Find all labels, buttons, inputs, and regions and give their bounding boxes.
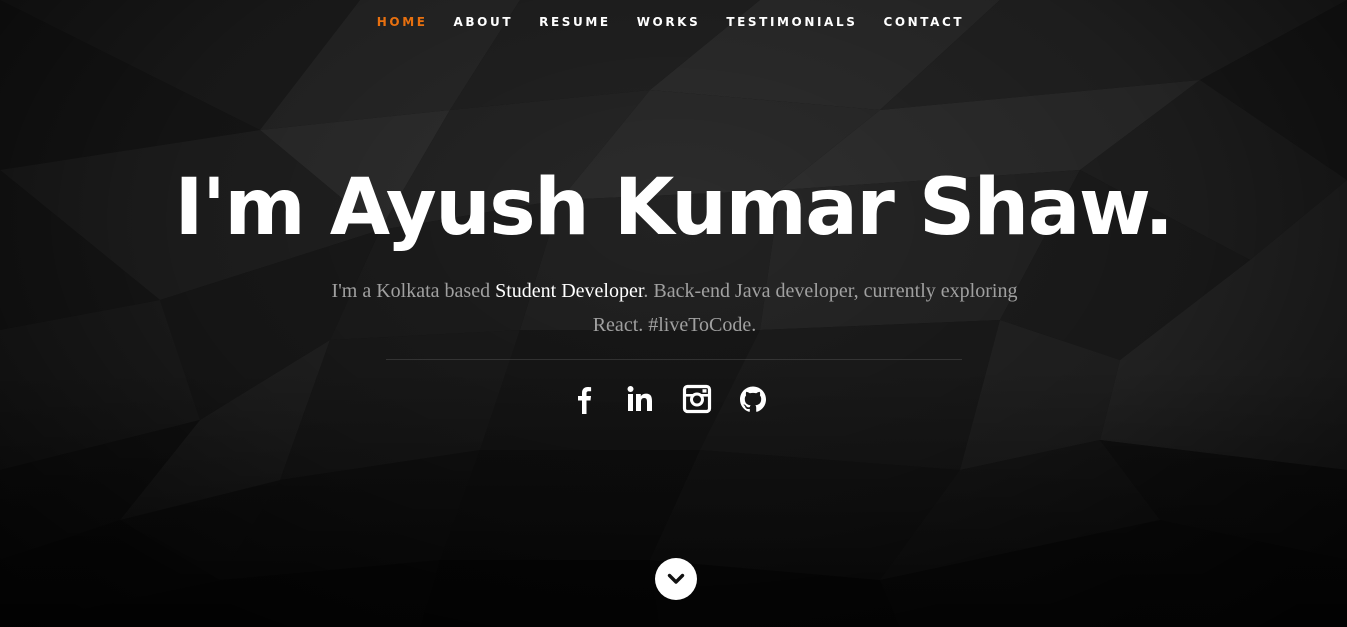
hero-headline: I'm Ayush Kumar Shaw. <box>174 163 1174 253</box>
facebook-icon <box>577 387 591 414</box>
linkedin-icon <box>627 386 652 411</box>
facebook-link[interactable] <box>569 381 601 417</box>
scroll-down-button[interactable] <box>655 558 697 600</box>
instagram-link[interactable] <box>681 381 713 417</box>
nav-item-testimonials: Testimonials <box>726 13 857 31</box>
nav-item-about: About <box>454 13 514 31</box>
nav-item-resume: Resume <box>539 13 611 31</box>
nav-link-resume[interactable]: Resume <box>539 15 611 29</box>
github-link[interactable] <box>737 381 769 417</box>
nav-link-home[interactable]: Home <box>377 15 428 29</box>
top-navigation: Home About Resume Works Testimonials Con… <box>0 0 1347 44</box>
github-icon <box>739 386 766 412</box>
hero-divider <box>386 359 962 360</box>
nav-link-about[interactable]: About <box>454 15 514 29</box>
social-links <box>0 381 1347 417</box>
nav-list: Home About Resume Works Testimonials Con… <box>364 13 977 31</box>
hero-section: Home About Resume Works Testimonials Con… <box>0 0 1347 627</box>
intro-text-after: . Back-end Java developer, currently exp… <box>592 280 1018 336</box>
intro-highlight: Student Developer <box>495 280 644 302</box>
intro-text-before: I'm a Kolkata based <box>331 280 496 302</box>
linkedin-link[interactable] <box>625 381 657 417</box>
nav-link-contact[interactable]: Contact <box>883 15 964 29</box>
nav-link-works[interactable]: Works <box>637 15 701 29</box>
chevron-down-icon <box>667 573 685 584</box>
hero-intro: I'm a Kolkata based Student Developer. B… <box>323 274 1026 342</box>
nav-link-testimonials[interactable]: Testimonials <box>726 15 857 29</box>
nav-item-home: Home <box>377 13 428 31</box>
nav-item-contact: Contact <box>883 13 964 31</box>
instagram-icon <box>682 384 711 414</box>
nav-item-works: Works <box>637 13 701 31</box>
